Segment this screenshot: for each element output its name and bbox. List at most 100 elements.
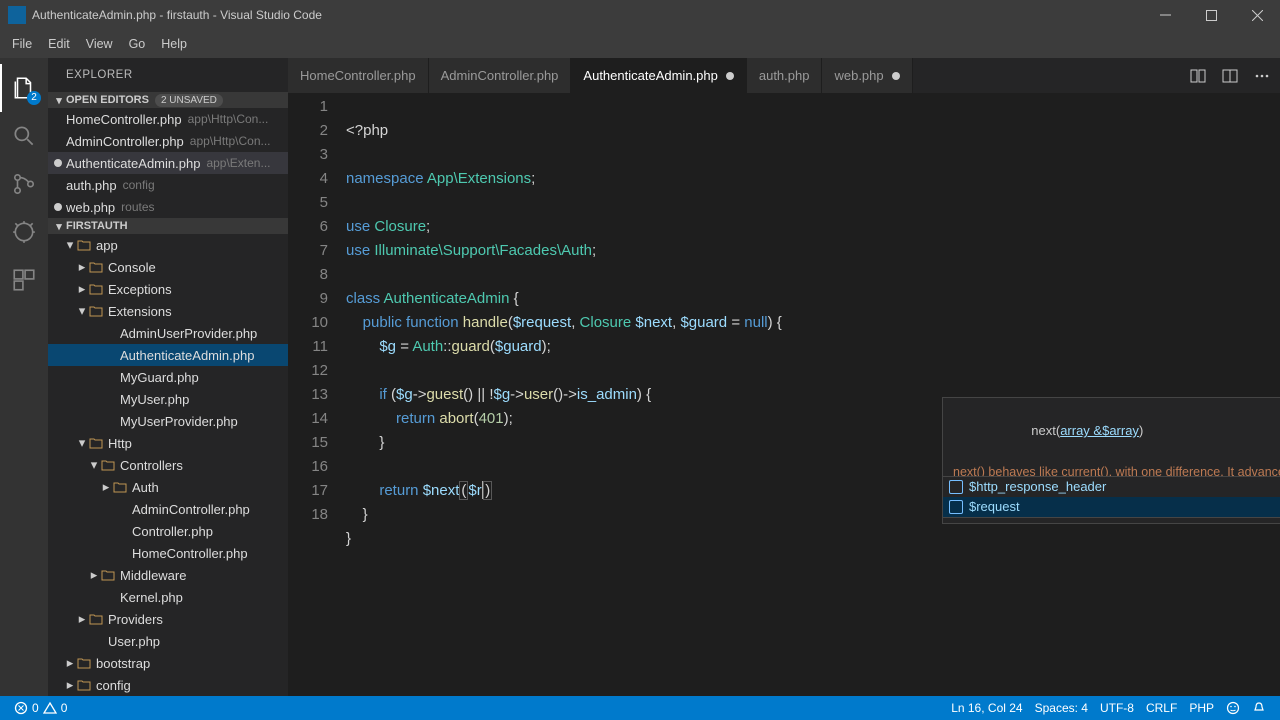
tree-folder[interactable]: ▾Extensions [48, 300, 288, 322]
open-editor-path: routes [121, 200, 154, 214]
open-editor-item[interactable]: HomeController.phpapp\Http\Con... [48, 108, 288, 130]
chevron-icon: ▸ [88, 567, 100, 583]
menu-view[interactable]: View [78, 30, 121, 58]
chevron-icon: ▾ [76, 435, 88, 451]
tab-actions [1186, 58, 1280, 93]
tree-folder[interactable]: ▸bootstrap [48, 652, 288, 674]
tree-folder[interactable]: ▸ Providers [48, 608, 288, 630]
maximize-button[interactable] [1188, 0, 1234, 30]
line-number: 4 [288, 167, 328, 191]
project-header[interactable]: ▾ FIRSTAUTH [48, 218, 288, 234]
status-eol[interactable]: CRLF [1140, 696, 1183, 720]
php-file-icon [88, 633, 104, 649]
folder-icon [88, 281, 104, 297]
tree-folder[interactable]: ▸Auth [48, 476, 288, 498]
menu-file[interactable]: File [4, 30, 40, 58]
editor-tab[interactable]: AuthenticateAdmin.php [571, 58, 746, 93]
tab-label: HomeController.php [300, 68, 416, 83]
status-notifications[interactable] [1246, 696, 1272, 720]
tree-item-label: Controllers [120, 458, 183, 473]
editor-tab[interactable]: HomeController.php [288, 58, 429, 93]
split-editor-icon[interactable] [1218, 64, 1242, 88]
open-editors-header[interactable]: ▾ OPEN EDITORS 2 UNSAVED [48, 92, 288, 108]
tree-file[interactable]: AdminController.php [48, 498, 288, 520]
compare-changes-icon[interactable] [1186, 64, 1210, 88]
tree-file[interactable]: MyGuard.php [48, 366, 288, 388]
activity-extensions[interactable] [0, 256, 48, 304]
open-editor-filename: auth.php [66, 178, 117, 193]
line-number: 11 [288, 335, 328, 359]
minimize-button[interactable] [1142, 0, 1188, 30]
tree-file[interactable]: MyUserProvider.php [48, 410, 288, 432]
open-editor-item[interactable]: web.php routes [48, 196, 288, 218]
tree-folder[interactable]: ▸config [48, 674, 288, 696]
menu-help[interactable]: Help [153, 30, 195, 58]
editor-tab[interactable]: AdminController.php [429, 58, 572, 93]
line-number: 5 [288, 191, 328, 215]
menu-edit[interactable]: Edit [40, 30, 78, 58]
chevron-icon: ▸ [76, 611, 88, 627]
tree-file[interactable]: HomeController.php [48, 542, 288, 564]
folder-icon [100, 457, 116, 473]
tree-file[interactable]: AdminUserProvider.php [48, 322, 288, 344]
open-editor-item[interactable]: auth.phpconfig [48, 174, 288, 196]
error-icon [14, 701, 28, 715]
window-title: AuthenticateAdmin.php - firstauth - Visu… [32, 8, 1142, 22]
tree-file[interactable]: Kernel.php [48, 586, 288, 608]
bell-icon [1252, 701, 1266, 715]
tab-bar: HomeController.php AdminController.phpAut… [288, 58, 1280, 93]
suggestion-item[interactable]: $request [943, 497, 1280, 517]
tree-folder[interactable]: ▸Middleware [48, 564, 288, 586]
tree-file[interactable]: MyUser.php [48, 388, 288, 410]
open-editor-item[interactable]: AuthenticateAdmin.phpapp\Exten... [48, 152, 288, 174]
tree-item-label: HomeController.php [132, 546, 248, 561]
tree-folder[interactable]: ▸Exceptions [48, 278, 288, 300]
code-area[interactable]: <?php namespace App\Extensions; use Clos… [346, 93, 1254, 696]
editor-tab[interactable]: auth.php [747, 58, 823, 93]
status-problems[interactable]: 0 0 [8, 696, 73, 720]
scrollbar-vertical[interactable] [1268, 93, 1280, 696]
tree-item-label: Controller.php [132, 524, 213, 539]
tree-folder[interactable]: ▾Http [48, 432, 288, 454]
tree-folder[interactable]: ▾Controllers [48, 454, 288, 476]
tree-item-label: Auth [132, 480, 159, 495]
tree-item-label: MyUserProvider.php [120, 414, 238, 429]
activity-debug[interactable] [0, 208, 48, 256]
line-number: 15 [288, 431, 328, 455]
status-indent[interactable]: Spaces: 4 [1029, 696, 1094, 720]
tree-file[interactable]: AuthenticateAdmin.php [48, 344, 288, 366]
php-file-icon [112, 501, 128, 517]
status-language[interactable]: PHP [1183, 696, 1220, 720]
tree-item-label: app [96, 238, 118, 253]
status-feedback[interactable] [1220, 696, 1246, 720]
menu-bar: File Edit View Go Help [0, 30, 1280, 58]
tree-file[interactable]: Controller.php [48, 520, 288, 542]
editor-tab[interactable]: web.php [822, 58, 912, 93]
suggestion-item[interactable]: $http_response_header [943, 477, 1280, 497]
activity-search[interactable] [0, 112, 48, 160]
suggestion-list[interactable]: $http_response_header$request [942, 476, 1280, 518]
php-file-icon [100, 325, 116, 341]
minimap[interactable] [1254, 93, 1268, 696]
tree-item-label: Providers [108, 612, 163, 627]
menu-go[interactable]: Go [121, 30, 154, 58]
status-cursor-position[interactable]: Ln 16, Col 24 [945, 696, 1028, 720]
tree-folder[interactable]: ▸Console [48, 256, 288, 278]
activity-scm[interactable] [0, 160, 48, 208]
tree-file[interactable]: User.php [48, 630, 288, 652]
tree-folder[interactable]: ▾app [48, 234, 288, 256]
open-editor-item[interactable]: AdminController.phpapp\Http\Con... [48, 130, 288, 152]
line-number: 10 [288, 311, 328, 335]
open-editor-filename: web.php [66, 200, 115, 215]
open-editor-filename: AdminController.php [66, 134, 184, 149]
line-number: 3 [288, 143, 328, 167]
tree-item-label: AdminUserProvider.php [120, 326, 257, 341]
line-number: 9 [288, 287, 328, 311]
close-button[interactable] [1234, 0, 1280, 30]
status-encoding[interactable]: UTF-8 [1094, 696, 1140, 720]
variable-icon [949, 480, 963, 494]
activity-explorer[interactable]: 2 [0, 64, 48, 112]
folder-icon [88, 303, 104, 319]
open-editor-filename: AuthenticateAdmin.php [66, 156, 200, 171]
more-actions-icon[interactable] [1250, 64, 1274, 88]
